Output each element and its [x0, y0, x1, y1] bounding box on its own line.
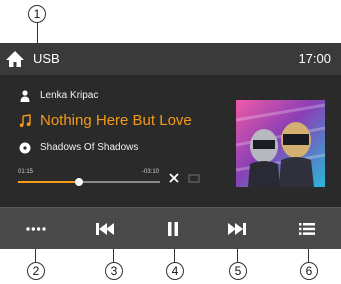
more-options-button[interactable]: [21, 216, 51, 242]
home-button[interactable]: [4, 48, 26, 70]
next-track-button[interactable]: [222, 216, 252, 242]
callout-6-leader: [308, 249, 309, 262]
callout-5: 5: [229, 262, 247, 280]
next-track-icon: [228, 223, 246, 235]
shuffle-button[interactable]: [167, 171, 181, 185]
callout-3: 3: [105, 262, 123, 280]
shuffle-icon: [169, 173, 179, 183]
track-title: Nothing Here But Love: [40, 112, 192, 129]
callout-1: 1: [28, 5, 46, 23]
track-list-icon: [299, 223, 315, 235]
callout-5-leader: [237, 249, 238, 262]
track-list-button[interactable]: [292, 216, 322, 242]
pause-button[interactable]: [158, 216, 188, 242]
previous-track-button[interactable]: [90, 216, 120, 242]
repeat-icon: [188, 174, 200, 183]
progress-fill: [18, 181, 80, 183]
callout-4: 4: [166, 262, 184, 280]
more-options-icon: [26, 227, 46, 231]
repeat-button[interactable]: [187, 171, 201, 185]
remaining-time: -03:10: [142, 169, 160, 175]
progress-bar[interactable]: [18, 178, 160, 186]
head-unit-screen: USB 17:00 Lenka Kripac Nothing Here But …: [0, 43, 341, 249]
now-playing-panel: Lenka Kripac Nothing Here But Love Shado…: [0, 75, 341, 207]
control-bar: [0, 207, 341, 249]
music-note-icon: [19, 114, 31, 127]
callout-4-leader: [174, 249, 175, 262]
previous-track-icon: [96, 223, 114, 235]
source-title: USB: [33, 51, 60, 66]
pause-icon: [168, 222, 178, 236]
progress-knob[interactable]: [75, 178, 84, 186]
callout-2-leader: [35, 249, 36, 262]
callout-3-leader: [113, 249, 114, 262]
artist-name: Lenka Kripac: [40, 90, 99, 101]
top-status-bar: USB 17:00: [0, 43, 341, 75]
callout-2: 2: [27, 262, 45, 280]
album-name: Shadows Of Shadows: [40, 142, 139, 153]
person-icon: [20, 90, 30, 102]
home-icon: [6, 51, 24, 67]
callout-6: 6: [300, 262, 318, 280]
album-art: [236, 100, 325, 187]
clock: 17:00: [298, 51, 331, 66]
elapsed-time: 01:15: [18, 169, 34, 175]
callout-1-leader: [37, 22, 38, 45]
disc-icon: [19, 142, 31, 154]
